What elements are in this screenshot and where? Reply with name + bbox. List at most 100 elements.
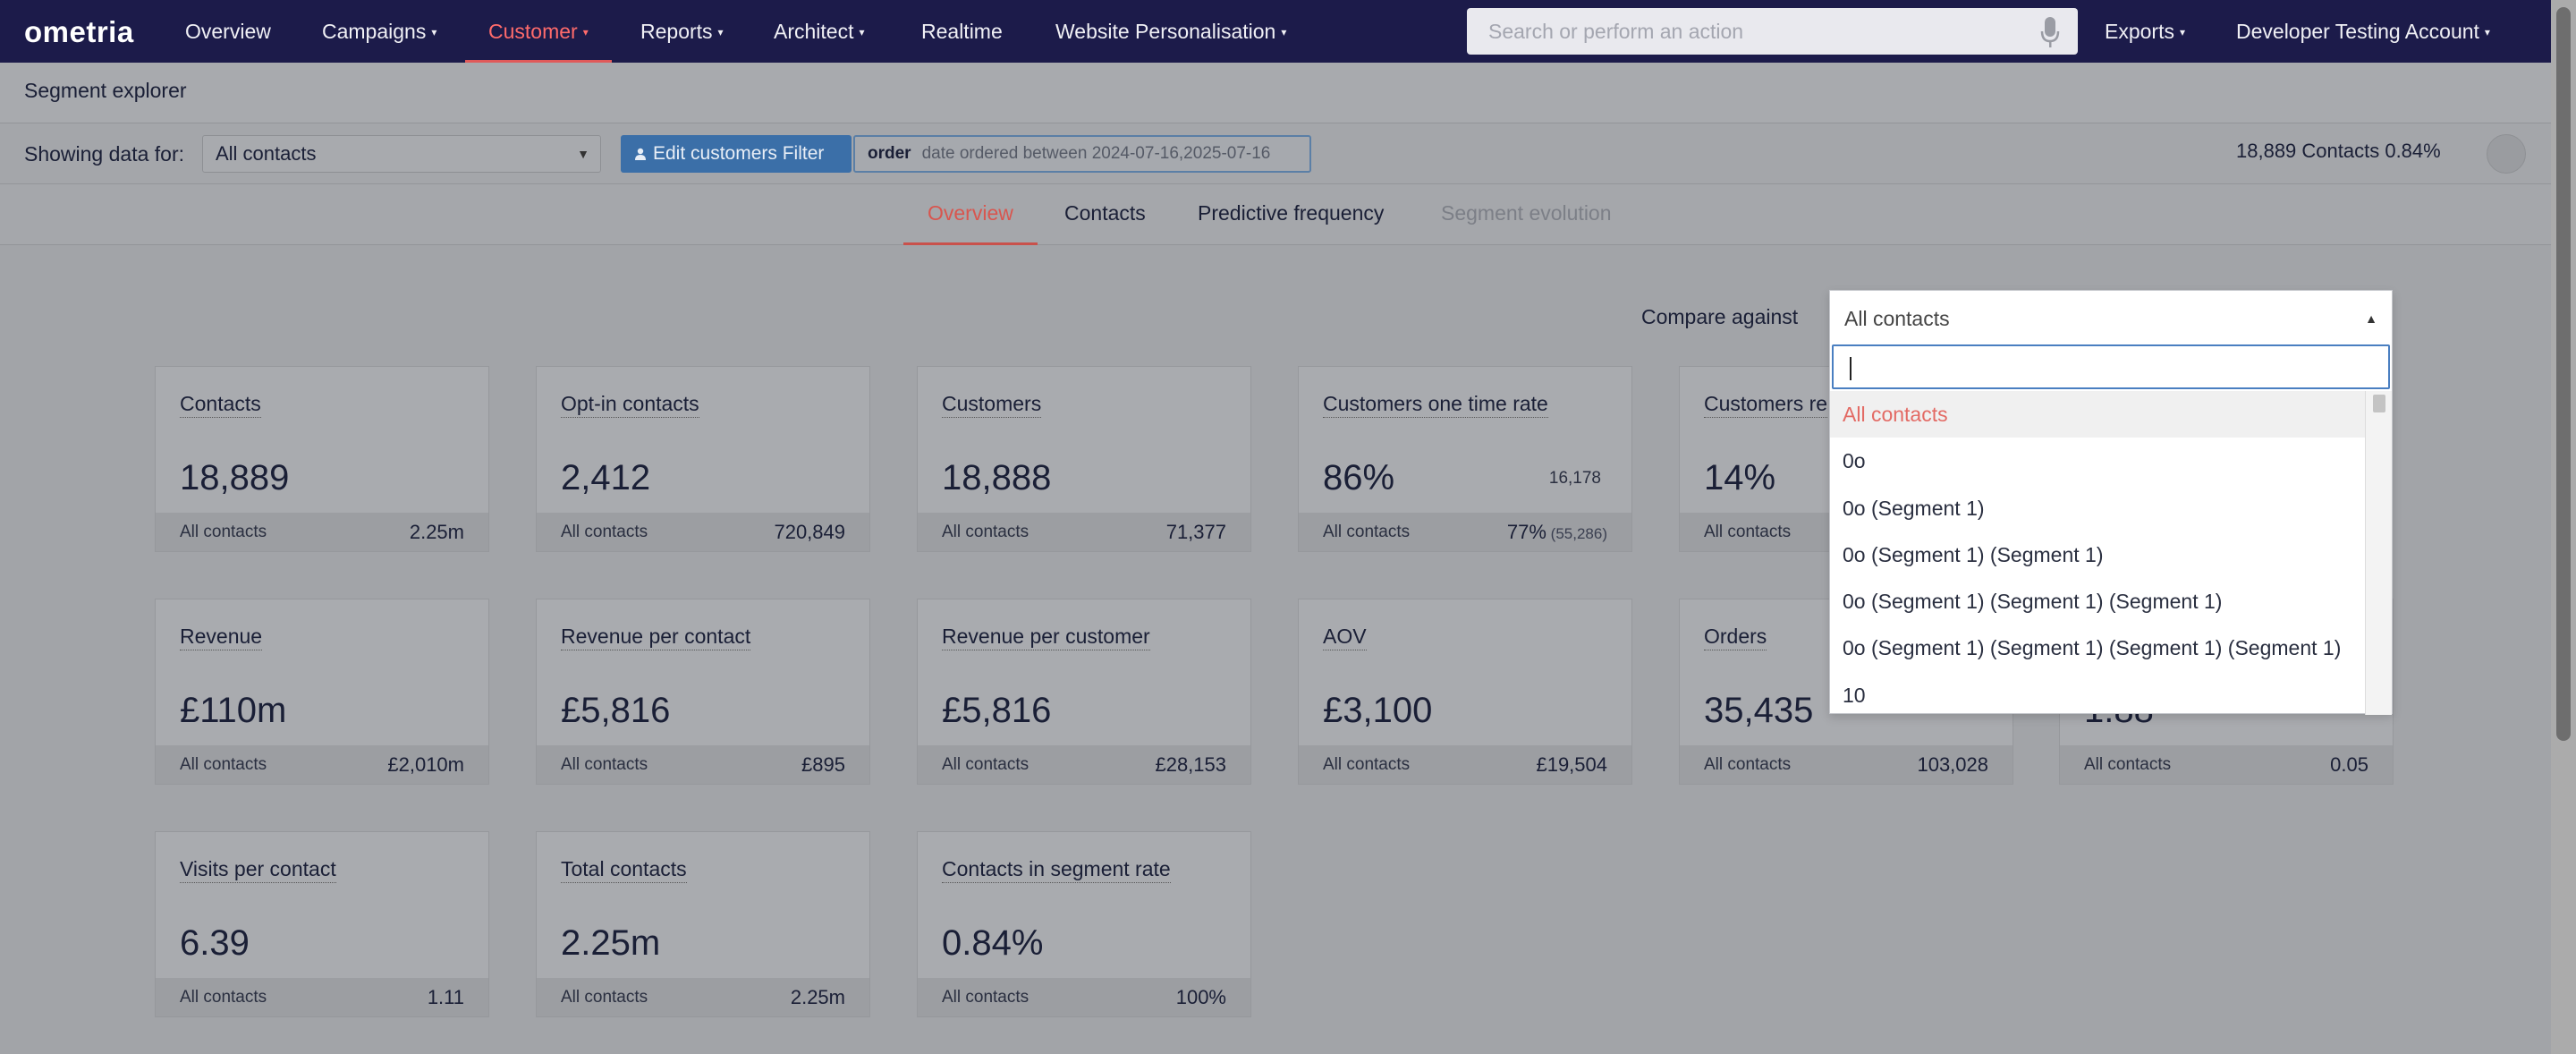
card-footer: All contacts £28,153	[918, 745, 1250, 784]
card-value: 6.39	[180, 923, 250, 963]
nav-realtime[interactable]: Realtime	[921, 0, 1003, 63]
ometria-logo[interactable]: ometria	[24, 14, 134, 50]
nav-website-personalisation-label: Website Personalisation	[1055, 20, 1276, 43]
card-footer-label: All contacts	[942, 755, 1030, 774]
triangle-up-icon: ▲	[2365, 311, 2377, 326]
card-title[interactable]: Contacts in segment rate	[942, 857, 1171, 883]
page-scrollbar-thumb[interactable]	[2556, 7, 2571, 741]
card-revenue-per-customer: Revenue per customer £5,816 All contacts…	[917, 599, 1251, 785]
card-footer: All contacts 100%	[918, 978, 1250, 1016]
nav-realtime-label: Realtime	[921, 20, 1003, 43]
card-footer-value: £895	[801, 753, 845, 776]
card-footer-label: All contacts	[1704, 755, 1792, 774]
card-value: 2.25m	[561, 923, 661, 963]
compare-against-select[interactable]: All contacts ▲	[1830, 291, 2392, 341]
nav-customer-label: Customer	[488, 20, 578, 43]
page-header	[0, 63, 2551, 123]
edit-customers-filter-button[interactable]: Edit customers Filter	[621, 135, 852, 173]
dropdown-scrollbar-thumb[interactable]	[2373, 395, 2385, 412]
tab-predictive-frequency[interactable]: Predictive frequency	[1198, 184, 1384, 245]
card-title[interactable]: Customers re	[1704, 392, 1828, 418]
card-aov: AOV £3,100 All contacts £19,504	[1298, 599, 1632, 785]
account-menu[interactable]: Developer Testing Account ▾	[2236, 0, 2490, 63]
triangle-down-icon: ▼	[577, 147, 589, 161]
card-footer: All contacts £2,010m	[156, 745, 488, 784]
showing-data-select[interactable]: All contacts ▼	[202, 135, 601, 173]
card-customers-one-time-rate: Customers one time rate 86% 16,178 All c…	[1298, 366, 1632, 552]
global-search-input[interactable]: Search or perform an action	[1467, 8, 2078, 55]
card-value: 2,412	[561, 458, 651, 497]
compare-option[interactable]: 0o (Segment 1) (Segment 1) (Segment 1)	[1830, 578, 2367, 625]
compare-option[interactable]: 0o	[1830, 438, 2367, 484]
caret-down-icon: ▾	[582, 26, 589, 38]
compare-selected-value: All contacts	[1844, 307, 1950, 330]
card-title[interactable]: Revenue	[180, 625, 263, 650]
dropdown-scrollbar[interactable]	[2365, 391, 2392, 715]
card-footer-label: All contacts	[1323, 523, 1411, 541]
card-title[interactable]: AOV	[1323, 625, 1367, 650]
card-footer-value: 720,849	[774, 521, 845, 543]
compare-option[interactable]: 0o (Segment 1) (Segment 1) (Segment 1) (…	[1830, 625, 2367, 671]
compare-option[interactable]: All contacts	[1830, 391, 2367, 438]
microphone-icon[interactable]	[2040, 17, 2060, 47]
card-footer-label: All contacts	[180, 755, 267, 774]
contacts-summary: 18,889 Contacts 0.84%	[2236, 140, 2441, 162]
card-title[interactable]: Opt-in contacts	[561, 392, 699, 418]
search-placeholder: Search or perform an action	[1488, 19, 1744, 43]
compare-option[interactable]: 0o (Segment 1) (Segment 1)	[1830, 531, 2367, 578]
nav-website-personalisation[interactable]: Website Personalisation ▾	[1055, 0, 1286, 63]
order-filter-chip[interactable]: order date ordered between 2024-07-16,202…	[853, 135, 1311, 173]
card-value: 18,888	[942, 458, 1052, 497]
nav-customer[interactable]: Customer ▾	[465, 0, 612, 63]
card-footer-label: All contacts	[180, 523, 267, 541]
card-footer-value: 100%	[1175, 986, 1226, 1008]
nav-campaigns-label: Campaigns	[322, 20, 427, 43]
caret-down-icon: ▾	[859, 26, 865, 38]
card-footer-label: All contacts	[942, 523, 1030, 541]
card-footer: All contacts 720,849	[537, 513, 869, 551]
account-name: Developer Testing Account	[2236, 20, 2479, 43]
card-footer-label: All contacts	[1323, 755, 1411, 774]
card-footer-label: All contacts	[2084, 755, 2172, 774]
card-value: £110m	[180, 691, 287, 730]
card-title[interactable]: Visits per contact	[180, 857, 336, 883]
card-title[interactable]: Revenue per contact	[561, 625, 751, 650]
card-value: 0.84%	[942, 923, 1044, 963]
card-footer: All contacts 0.05	[2060, 745, 2393, 784]
card-title[interactable]: Customers	[942, 392, 1042, 418]
tab-contacts[interactable]: Contacts	[1064, 184, 1146, 245]
card-footer-note: (55,286)	[1546, 525, 1607, 542]
nav-overview[interactable]: Overview	[185, 0, 271, 63]
card-footer-label: All contacts	[180, 988, 267, 1007]
card-footer-label: All contacts	[561, 988, 648, 1007]
card-footer: All contacts 103,028	[1680, 745, 2012, 784]
compare-against-dropdown[interactable]: All contacts ▲ All contacts 0o 0o (Segme…	[1829, 290, 2393, 715]
nav-reports-label: Reports	[640, 20, 713, 43]
card-title[interactable]: Total contacts	[561, 857, 687, 883]
caret-down-icon: ▾	[2179, 26, 2186, 38]
card-footer-value: £19,504	[1536, 753, 1607, 776]
card-title[interactable]: Customers one time rate	[1323, 392, 1548, 418]
compare-option[interactable]: 10	[1830, 672, 2367, 715]
compare-options-list: All contacts 0o 0o (Segment 1) 0o (Segme…	[1830, 391, 2367, 715]
nav-campaigns[interactable]: Campaigns ▾	[322, 0, 436, 63]
card-footer: All contacts 2.25m	[537, 978, 869, 1016]
card-value: £5,816	[561, 691, 671, 730]
nav-reports[interactable]: Reports ▾	[640, 0, 724, 63]
card-contacts-in-segment-rate: Contacts in segment rate 0.84% All conta…	[917, 831, 1251, 1017]
card-value: 14%	[1704, 458, 1776, 497]
card-value: 86%	[1323, 458, 1395, 497]
tab-overview[interactable]: Overview	[903, 184, 1038, 245]
card-title[interactable]: Contacts	[180, 392, 261, 418]
card-title[interactable]: Orders	[1704, 625, 1767, 650]
compare-option[interactable]: 0o (Segment 1)	[1830, 485, 2367, 531]
nav-exports[interactable]: Exports ▾	[2105, 0, 2185, 63]
edit-button-label: Edit customers Filter	[653, 143, 825, 164]
page-scrollbar[interactable]	[2551, 0, 2576, 1054]
card-footer-value: 71,377	[1165, 521, 1226, 543]
nav-architect[interactable]: Architect ▾	[774, 0, 865, 63]
compare-search-input[interactable]	[1832, 344, 2390, 389]
card-title[interactable]: Revenue per customer	[942, 625, 1150, 650]
card-visits-per-contact: Visits per contact 6.39 All contacts 1.11	[155, 831, 489, 1017]
card-footer-main: 77%	[1506, 521, 1546, 543]
